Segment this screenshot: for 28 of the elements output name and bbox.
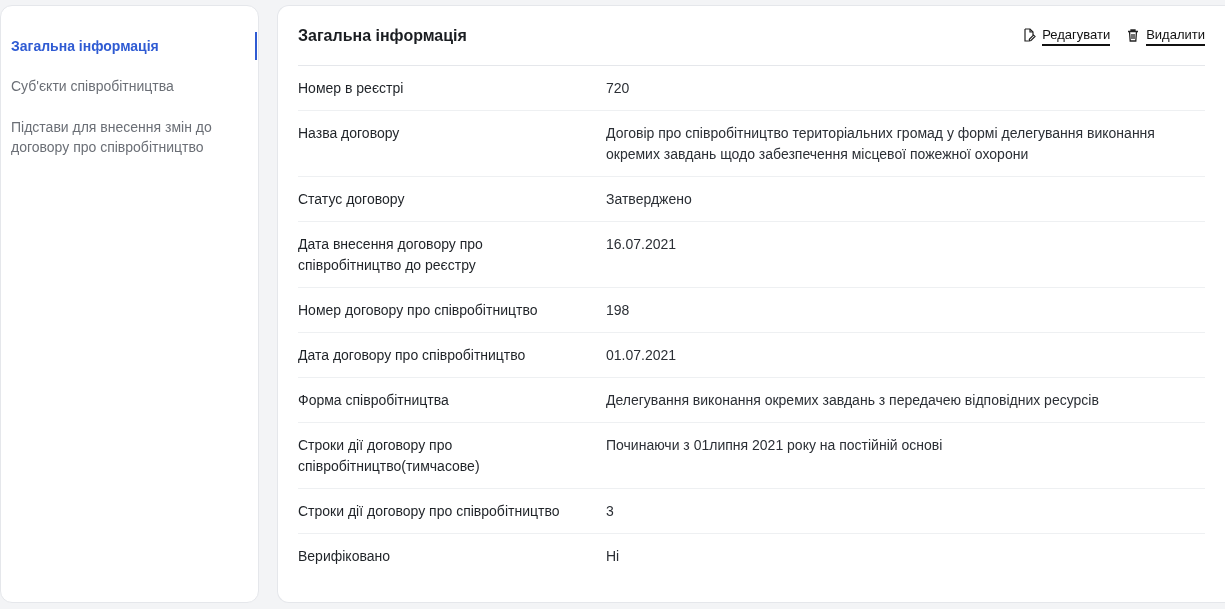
sidebar-nav-link[interactable]: Підстави для внесення змін до договору про співробітництво <box>1 112 257 162</box>
section-title: Загальна інформація <box>298 25 467 46</box>
field-label: Дата внесення договору про співробітництво до реєстру <box>298 235 484 275</box>
field-label: Верифіковано <box>298 547 391 566</box>
field-value: Починаючи з 01липня 2021 року на постійній основі <box>606 436 944 455</box>
field-value: Делегування виконання окремих завдань з передачею відповідних ресурсів <box>606 391 1100 410</box>
trash-icon <box>1126 28 1141 43</box>
edit-link[interactable]: Редагувати <box>1022 24 1111 47</box>
field-value: 16.07.2021 <box>606 235 678 254</box>
field-label: Номер в реєстрі <box>298 79 405 98</box>
field-value: 198 <box>606 301 631 320</box>
field-value: 01.07.2021 <box>606 346 678 365</box>
document-pencil-icon <box>1022 28 1037 43</box>
field-label: Назва договору <box>298 124 401 143</box>
field-label: Строки дії договору про співробітництво <box>298 502 561 521</box>
field-value: 720 <box>606 79 631 98</box>
field-label: Форма співробітництва <box>298 391 450 410</box>
field-label: Статус договору <box>298 190 406 209</box>
field-label: Номер договору про співробітництво <box>298 301 539 320</box>
sidebar-nav-link[interactable]: Суб'єкти співробітництва <box>1 72 257 101</box>
field-label: Строки дії договору про співробітництво(тимчасове) <box>298 436 481 476</box>
field-value: 3 <box>606 502 615 521</box>
field-value: Ні <box>606 547 621 566</box>
field-value: Затверджено <box>606 190 693 209</box>
delete-link[interactable]: Видалити <box>1126 24 1205 47</box>
field-label: Дата договору про співробітництво <box>298 346 527 365</box>
sidebar-nav-link[interactable]: Загальна інформація <box>1 32 257 61</box>
field-value: Договір про співробітництво територіальних громад у формі делегування виконання окремих завдань щодо забезпечення місцевої пожежної охорони <box>606 124 1156 164</box>
